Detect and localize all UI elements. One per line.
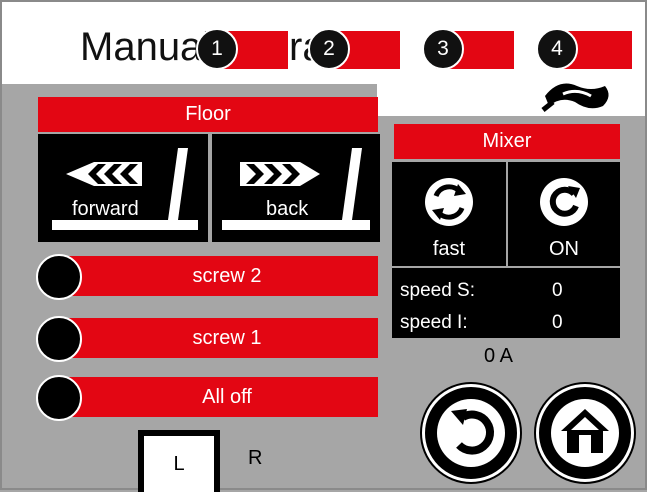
speed-i-value: 0 xyxy=(552,312,563,333)
all-off-switch[interactable]: All off xyxy=(36,375,378,421)
back-label: back xyxy=(266,198,309,220)
left-side-label: L xyxy=(144,436,214,492)
back-arrows-icon xyxy=(222,148,370,230)
floor-forward-button[interactable]: forward xyxy=(38,134,208,242)
fast-label: fast xyxy=(432,238,466,260)
screw-2-switch[interactable]: screw 2 xyxy=(36,254,378,300)
logo-icon xyxy=(541,83,609,112)
mixer-on-button[interactable]: ON xyxy=(508,162,620,266)
tab-1-number: 1 xyxy=(196,28,238,70)
hmi-screen: Manual operation 1 2 3 4 Floor forward b… xyxy=(0,0,647,492)
back-button[interactable] xyxy=(422,384,520,482)
on-label: ON xyxy=(549,238,579,260)
all-off-label: All off xyxy=(56,377,378,417)
floor-label: Floor xyxy=(38,97,378,132)
mixer-fast-button[interactable]: fast xyxy=(392,162,506,266)
tab-2-number: 2 xyxy=(308,28,350,70)
tab-4-number: 4 xyxy=(536,28,578,70)
speed-s-value: 0 xyxy=(552,280,563,301)
screw-1-indicator xyxy=(36,316,82,362)
speed-i-label: speed I: xyxy=(400,312,468,333)
mixer-label: Mixer xyxy=(394,124,620,159)
logo-area xyxy=(377,72,645,116)
speed-panel: speed S: 0 speed I: 0 xyxy=(392,268,620,338)
tab-3-number: 3 xyxy=(422,28,464,70)
forward-label: forward xyxy=(72,198,139,220)
screw-2-label: screw 2 xyxy=(56,256,378,296)
left-side-button[interactable]: L xyxy=(138,430,220,492)
right-side-button[interactable]: R xyxy=(248,447,262,470)
home-icon xyxy=(551,399,619,467)
floor-back-button[interactable]: back xyxy=(212,134,380,242)
forward-arrows-icon xyxy=(52,148,198,230)
home-button[interactable] xyxy=(536,384,634,482)
current-readout: 0 A xyxy=(484,345,513,367)
undo-arrow-icon xyxy=(437,399,505,467)
screw-1-label: screw 1 xyxy=(56,318,378,358)
all-off-indicator xyxy=(36,375,82,421)
screw-1-switch[interactable]: screw 1 xyxy=(36,316,378,362)
speed-s-label: speed S: xyxy=(400,280,475,301)
screw-2-indicator xyxy=(36,254,82,300)
